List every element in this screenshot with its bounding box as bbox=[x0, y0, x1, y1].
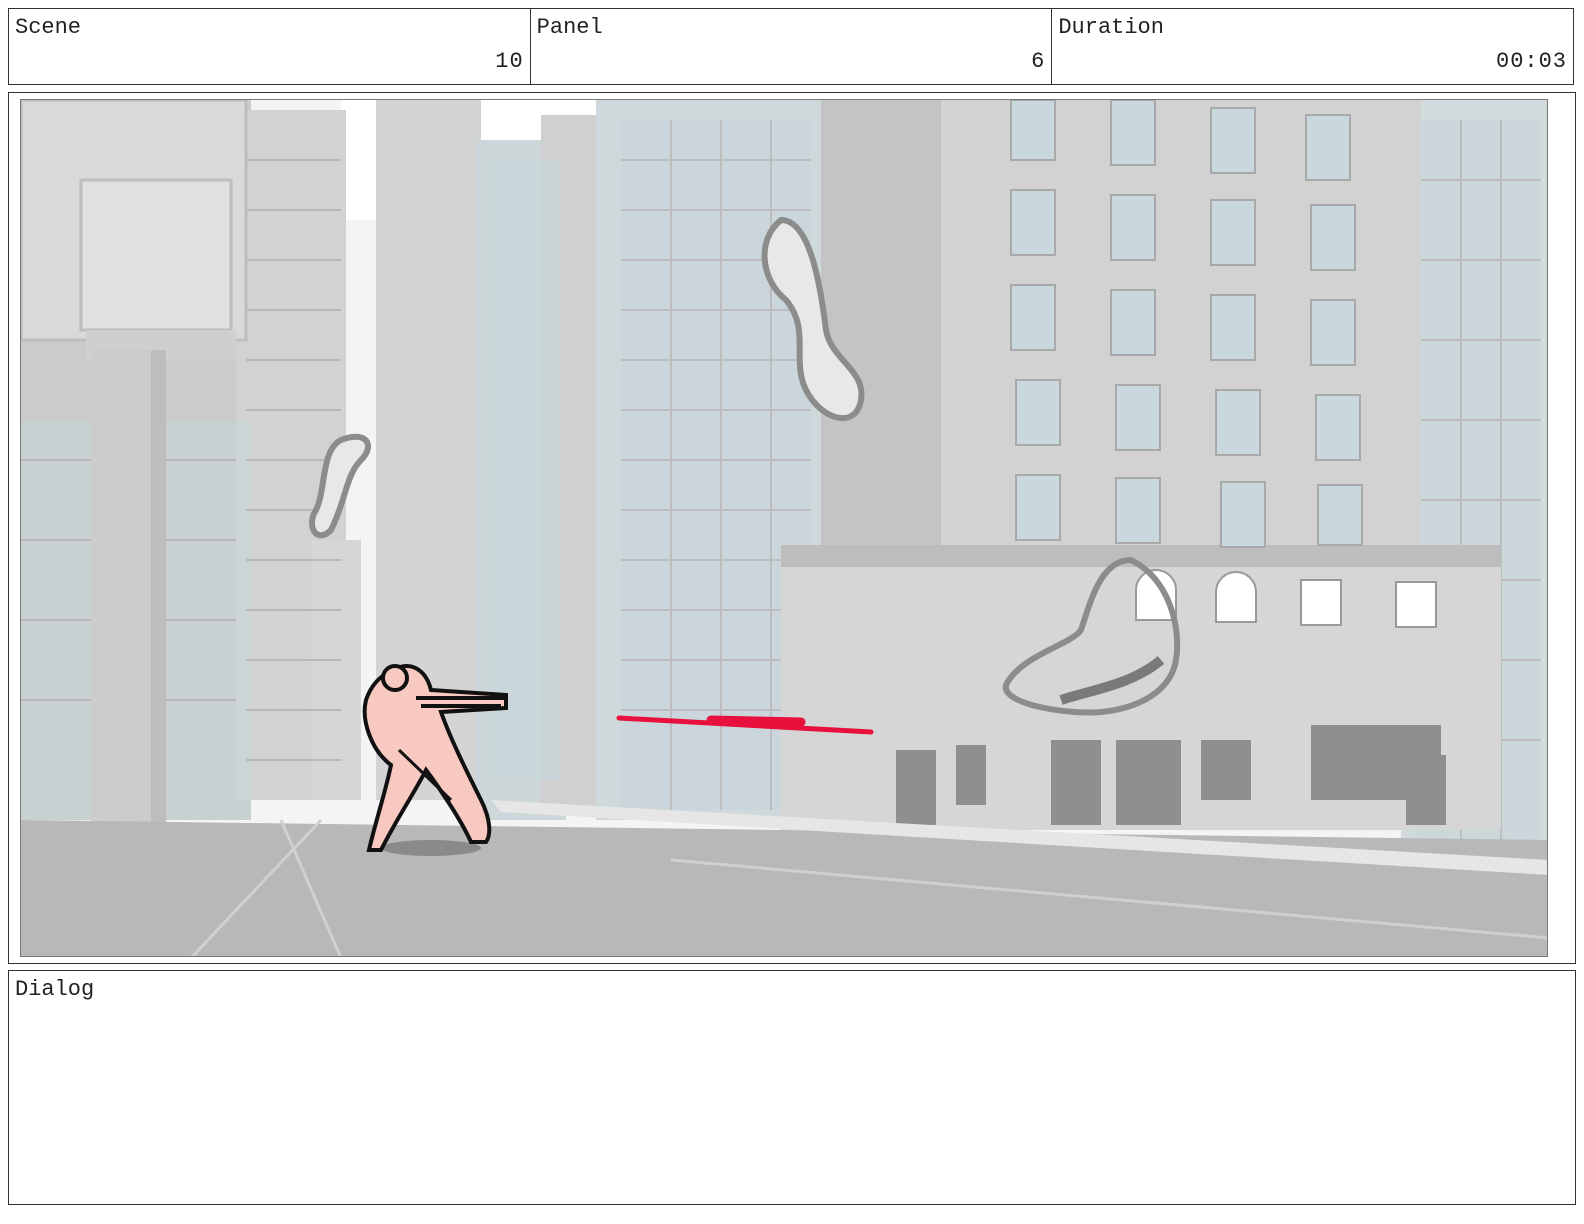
panel-label: Panel bbox=[536, 15, 603, 40]
figure-shadow bbox=[381, 840, 481, 856]
city-street-sketch bbox=[21, 100, 1547, 956]
panel-frame bbox=[8, 92, 1576, 964]
duration-label: Duration bbox=[1058, 15, 1164, 40]
scene-label: Scene bbox=[15, 15, 82, 40]
dialog-box: Dialog bbox=[8, 970, 1576, 1205]
storyboard-header: Scene 10 Panel 6 Duration 00:03 bbox=[8, 8, 1574, 85]
scene-value[interactable]: 10 bbox=[495, 49, 523, 74]
scene-cell: Scene 10 bbox=[9, 9, 531, 84]
panel-value[interactable]: 6 bbox=[1031, 49, 1045, 74]
duration-value[interactable]: 00:03 bbox=[1496, 49, 1567, 74]
panel-cell: Panel 6 bbox=[531, 9, 1053, 84]
dialog-label: Dialog bbox=[15, 977, 95, 1002]
duration-cell: Duration 00:03 bbox=[1052, 9, 1573, 84]
storyboard-panel-image[interactable] bbox=[20, 99, 1548, 957]
